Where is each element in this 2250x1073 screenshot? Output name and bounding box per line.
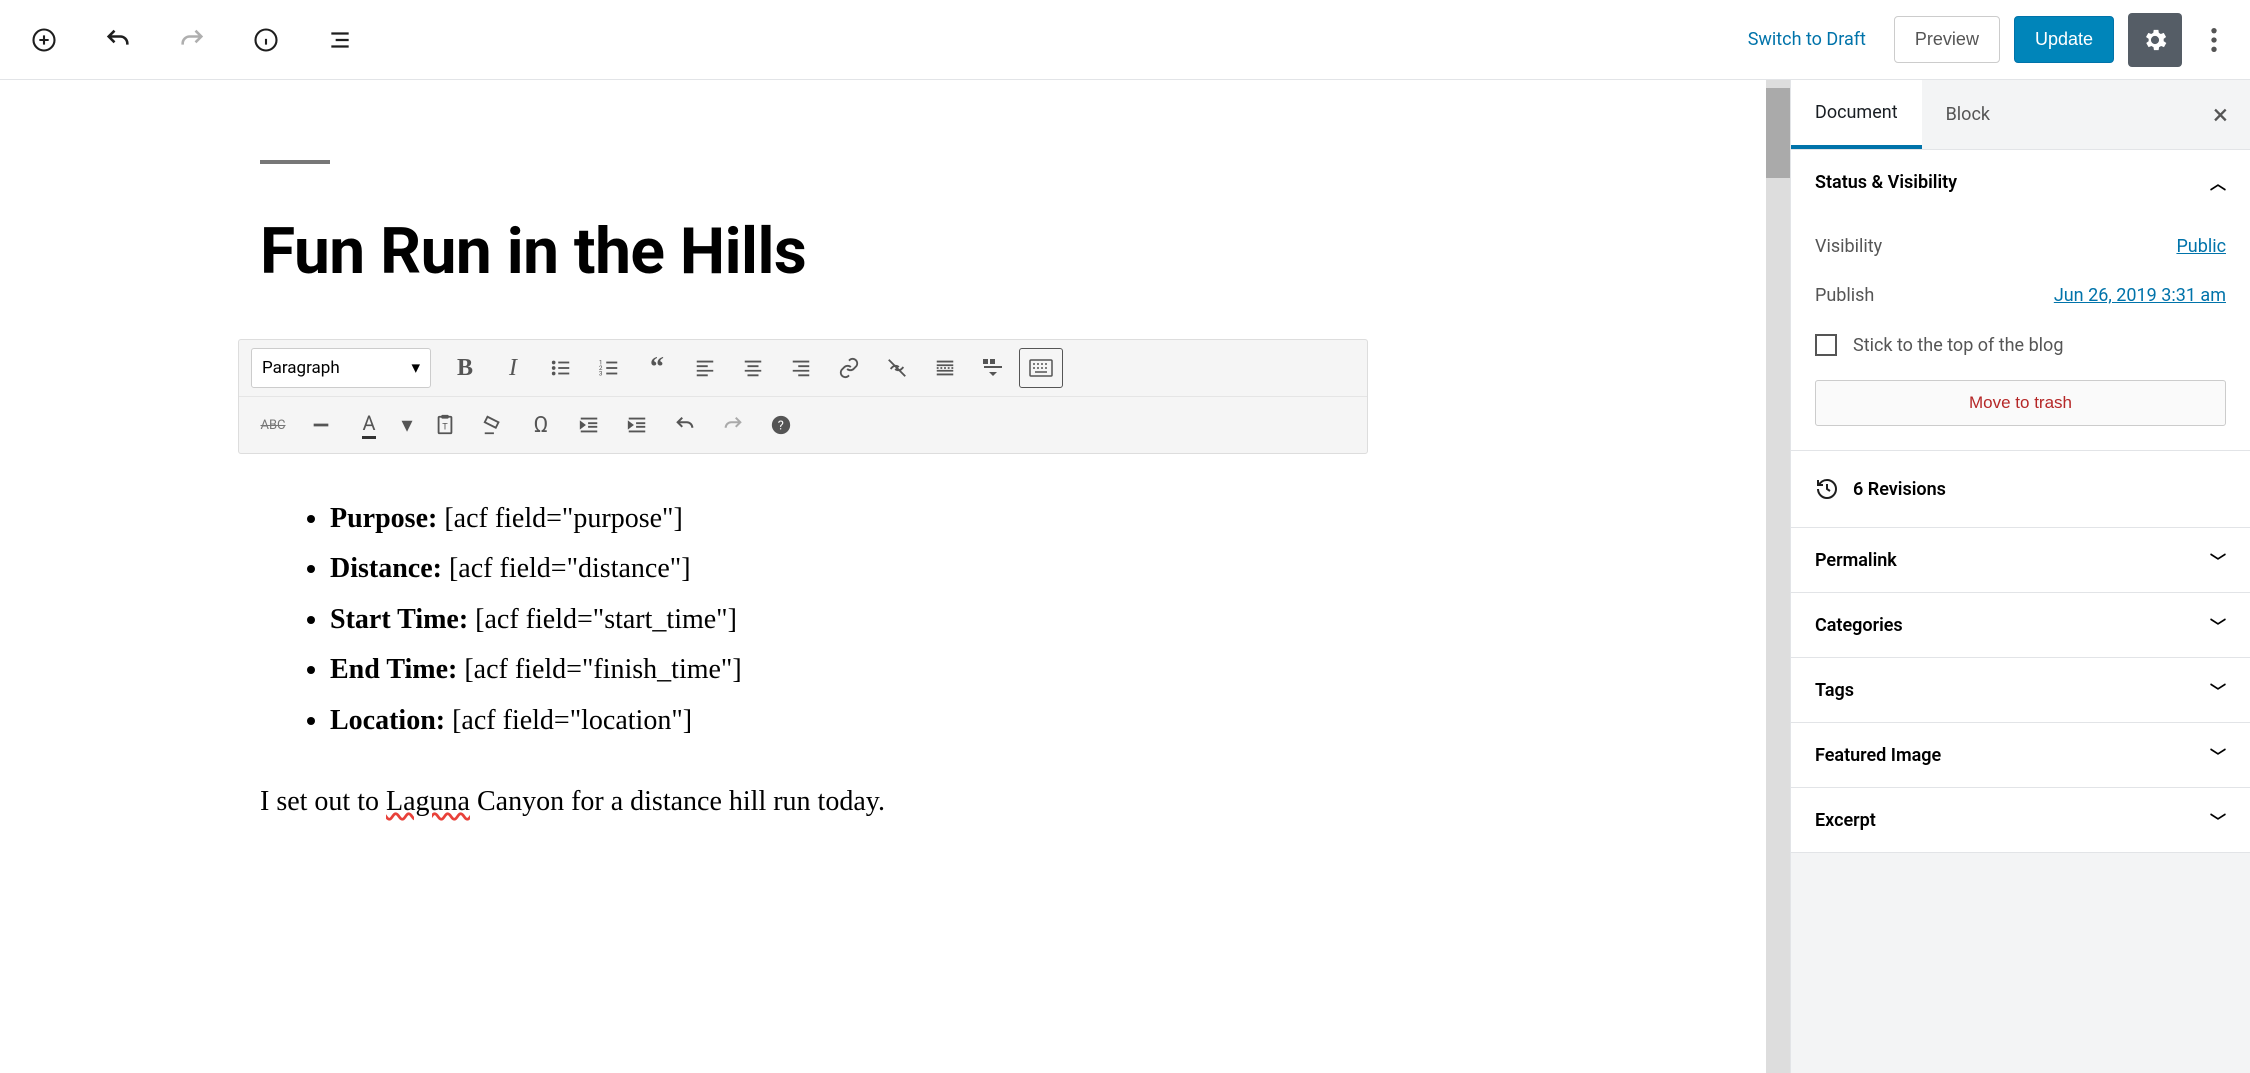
content-paragraph[interactable]: I set out to Laguna Canyon for a distanc…: [260, 786, 1726, 818]
bold-button[interactable]: B: [443, 348, 487, 388]
special-character-button[interactable]: Ω: [519, 405, 563, 445]
top-toolbar-left: [20, 16, 364, 64]
chevron-down-icon: ﹀: [2210, 743, 2226, 767]
align-left-button[interactable]: [683, 348, 727, 388]
post-title[interactable]: Fun Run in the Hills: [260, 214, 1726, 289]
italic-button[interactable]: I: [491, 348, 535, 388]
history-icon: [1815, 477, 1839, 501]
help-button[interactable]: ?: [759, 405, 803, 445]
redo-button[interactable]: [168, 16, 216, 64]
update-button[interactable]: Update: [2014, 16, 2114, 63]
text-color-button[interactable]: A: [347, 405, 391, 445]
list-item: Distance: [acf field="distance"]: [330, 544, 1726, 594]
clear-formatting-button[interactable]: [471, 405, 515, 445]
chevron-down-icon: ▾: [411, 358, 420, 378]
section-header-categories[interactable]: Categories﹀: [1791, 593, 2250, 657]
paste-text-button[interactable]: T: [423, 405, 467, 445]
section-header-excerpt[interactable]: Excerpt﹀: [1791, 788, 2250, 852]
visibility-value[interactable]: Public: [2176, 236, 2226, 257]
close-sidebar-button[interactable]: ×: [2191, 80, 2250, 149]
text-color-dropdown[interactable]: ▾: [395, 405, 419, 445]
format-select[interactable]: Paragraph ▾: [251, 348, 431, 388]
publish-value[interactable]: Jun 26, 2019 3:31 am: [2054, 285, 2226, 306]
top-toolbar-right: Switch to Draft Preview Update: [1734, 13, 2232, 67]
list-item: Purpose: [acf field="purpose"]: [330, 494, 1726, 544]
bullet-list-button[interactable]: [539, 348, 583, 388]
toolbar-row-2: ABC A ▾ T Ω ?: [239, 396, 1367, 453]
keyboard-button[interactable]: [1019, 348, 1063, 388]
format-select-label: Paragraph: [262, 358, 340, 378]
link-button[interactable]: [827, 348, 871, 388]
more-options-button[interactable]: [2196, 13, 2232, 67]
settings-sidebar: Document Block × Status & Visibility ︿ V…: [1790, 80, 2250, 1073]
align-center-button[interactable]: [731, 348, 775, 388]
content-bullet-list[interactable]: Purpose: [acf field="purpose"] Distance:…: [260, 494, 1726, 746]
unlink-button[interactable]: [875, 348, 919, 388]
sticky-label: Stick to the top of the blog: [1853, 335, 2063, 356]
svg-text:?: ?: [778, 419, 784, 434]
redo-tb-button[interactable]: [711, 405, 755, 445]
outdent-button[interactable]: [567, 405, 611, 445]
switch-to-draft-button[interactable]: Switch to Draft: [1734, 19, 1880, 60]
read-more-button[interactable]: [923, 348, 967, 388]
section-header-status[interactable]: Status & Visibility ︿: [1791, 150, 2250, 214]
publish-label: Publish: [1815, 285, 1874, 306]
indent-button[interactable]: [615, 405, 659, 445]
chevron-down-icon: ﹀: [2210, 678, 2226, 702]
svg-text:3: 3: [599, 369, 603, 377]
strikethrough-button[interactable]: ABC: [251, 405, 295, 445]
classic-editor-toolbar: Paragraph ▾ B I 123 “ ABC A: [238, 339, 1368, 454]
chevron-down-icon: ﹀: [2210, 808, 2226, 832]
visibility-label: Visibility: [1815, 236, 1882, 257]
list-item: End Time: [acf field="finish_time"]: [330, 645, 1726, 695]
title-divider: [260, 160, 330, 164]
chevron-up-icon: ︿: [2210, 170, 2226, 194]
toolbar-row-1: Paragraph ▾ B I 123 “: [239, 340, 1367, 396]
chevron-down-icon: ﹀: [2210, 613, 2226, 637]
content-info-button[interactable]: [242, 16, 290, 64]
revisions-link[interactable]: 6 Revisions: [1791, 451, 2250, 527]
section-header-permalink[interactable]: Permalink﹀: [1791, 528, 2250, 592]
chevron-down-icon: ﹀: [2210, 548, 2226, 572]
tab-block[interactable]: Block: [1922, 82, 2014, 147]
block-navigation-button[interactable]: [316, 16, 364, 64]
sticky-checkbox[interactable]: [1815, 334, 1837, 356]
undo-tb-button[interactable]: [663, 405, 707, 445]
sidebar-tabs: Document Block ×: [1791, 80, 2250, 150]
add-block-button[interactable]: [20, 16, 68, 64]
section-header-featured-image[interactable]: Featured Image﹀: [1791, 723, 2250, 787]
top-toolbar: Switch to Draft Preview Update: [0, 0, 2250, 80]
section-revisions: 6 Revisions: [1791, 451, 2250, 528]
sticky-row[interactable]: Stick to the top of the blog: [1815, 320, 2226, 370]
visibility-row: Visibility Public: [1815, 222, 2226, 271]
tab-document[interactable]: Document: [1791, 80, 1922, 149]
publish-row: Publish Jun 26, 2019 3:31 am: [1815, 271, 2226, 320]
spellcheck-word: Laguna: [386, 786, 470, 817]
editor-scrollbar[interactable]: [1766, 80, 1790, 1073]
main-area: Fun Run in the Hills Paragraph ▾ B I 123…: [0, 80, 2250, 1073]
list-item: Location: [acf field="location"]: [330, 696, 1726, 746]
undo-button[interactable]: [94, 16, 142, 64]
numbered-list-button[interactable]: 123: [587, 348, 631, 388]
section-header-tags[interactable]: Tags﹀: [1791, 658, 2250, 722]
toolbar-toggle-button[interactable]: [971, 348, 1015, 388]
section-status-visibility: Status & Visibility ︿ Visibility Public …: [1791, 150, 2250, 451]
svg-text:T: T: [442, 423, 448, 433]
quote-button[interactable]: “: [635, 348, 679, 388]
editor-canvas: Fun Run in the Hills Paragraph ▾ B I 123…: [0, 80, 1766, 1073]
preview-button[interactable]: Preview: [1894, 16, 2000, 63]
align-right-button[interactable]: [779, 348, 823, 388]
move-to-trash-button[interactable]: Move to trash: [1815, 380, 2226, 426]
list-item: Start Time: [acf field="start_time"]: [330, 595, 1726, 645]
settings-button[interactable]: [2128, 13, 2182, 67]
horizontal-rule-button[interactable]: [299, 405, 343, 445]
